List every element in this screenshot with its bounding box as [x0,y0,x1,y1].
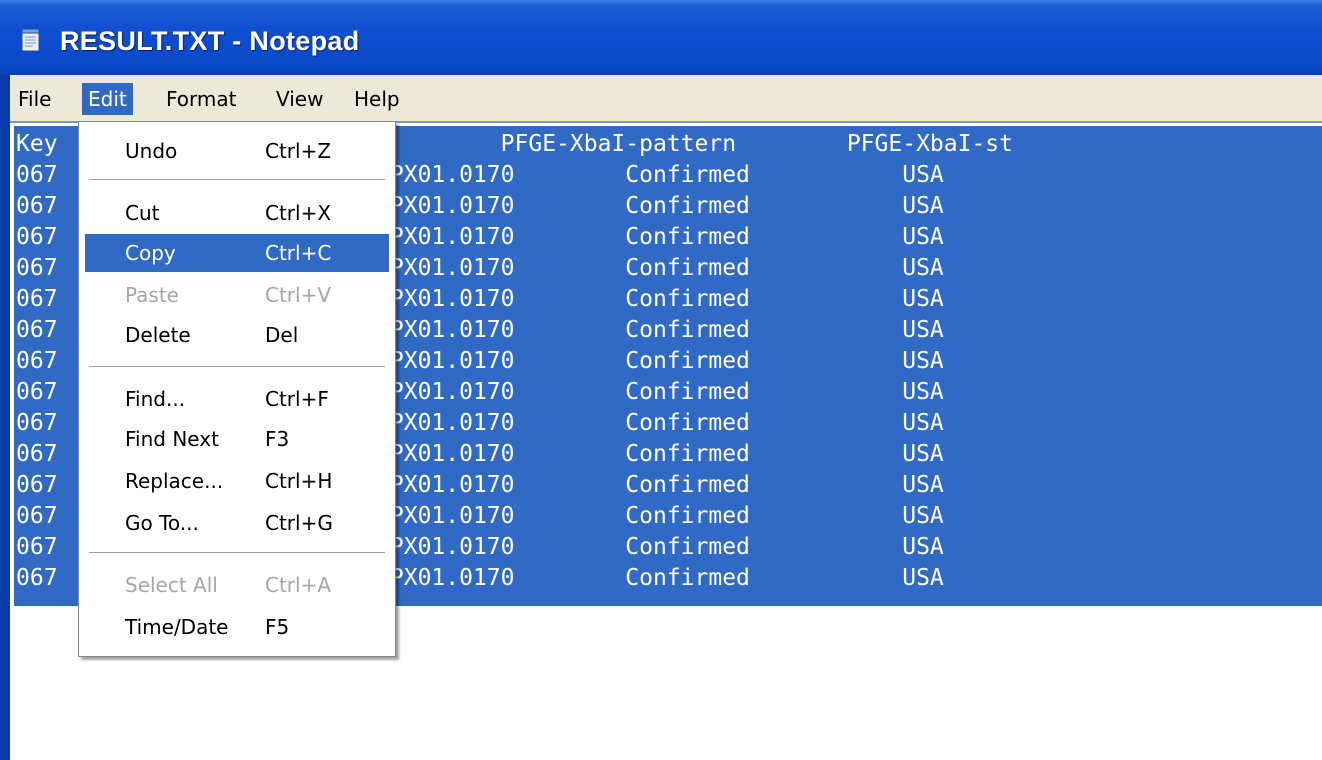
menu-item-label: Delete [125,323,191,347]
menu-edit[interactable]: Edit [82,83,133,115]
menu-item-shortcut: Ctrl+H [265,469,333,493]
menu-item-shortcut: Ctrl+A [265,573,332,597]
menu-item-label: Select All [125,573,218,597]
menu-item-shortcut: Ctrl+Z [265,139,332,163]
menu-item-shortcut: F3 [265,427,290,451]
menu-item-shortcut: F5 [265,615,290,639]
menu-item-cut[interactable]: Cut Ctrl+X [85,194,389,232]
menu-item-shortcut: Ctrl+X [265,201,332,225]
menu-item-label: Go To... [125,511,199,535]
window-title: RESULT.TXT - Notepad [60,26,360,56]
menu-help[interactable]: Help [348,83,406,115]
menu-item-shortcut: Ctrl+C [265,241,332,265]
notepad-icon [21,28,40,52]
menu-item-label: Paste [125,283,179,307]
menu-item-go-to[interactable]: Go To... Ctrl+G [85,504,389,542]
menu-item-delete[interactable]: Delete Del [85,316,389,354]
menu-item-find-next[interactable]: Find Next F3 [85,420,389,458]
title-bar[interactable]: RESULT.TXT - Notepad [0,0,1322,75]
menu-item-label: Undo [125,139,178,163]
menu-item-shortcut: Del [265,323,299,347]
menu-item-label: Cut [125,201,160,225]
menu-item-shortcut: Ctrl+F [265,387,329,411]
menu-item-label: Find... [125,387,186,411]
menu-item-shortcut: Ctrl+V [265,283,332,307]
menu-item-select-all: Select All Ctrl+A [85,566,389,604]
menu-item-label: Copy [125,241,176,265]
menu-bar: File Edit Format View Help [0,75,1322,121]
menu-item-time-date[interactable]: Time/Date F5 [85,608,389,646]
menu-separator [89,366,385,368]
menu-item-label: Find Next [125,427,219,451]
menu-separator [89,552,385,554]
menu-item-shortcut: Ctrl+G [265,511,333,535]
menu-item-replace[interactable]: Replace... Ctrl+H [85,462,389,500]
menu-separator [89,179,385,181]
menu-item-find[interactable]: Find... Ctrl+F [85,380,389,418]
menu-item-copy[interactable]: Copy Ctrl+C [85,234,389,272]
menu-file[interactable]: File [12,83,57,115]
menu-item-label: Time/Date [125,615,229,639]
menu-view[interactable]: View [270,83,329,115]
menu-item-label: Replace... [125,469,224,493]
menu-format[interactable]: Format [160,83,242,115]
edit-menu-dropdown: Undo Ctrl+Z Cut Ctrl+X Copy Ctrl+C Paste… [78,121,396,657]
menu-item-paste: Paste Ctrl+V [85,276,389,314]
notepad-window: RESULT.TXT - Notepad File Edit Format Vi… [0,0,1322,760]
menu-item-undo[interactable]: Undo Ctrl+Z [85,132,389,170]
